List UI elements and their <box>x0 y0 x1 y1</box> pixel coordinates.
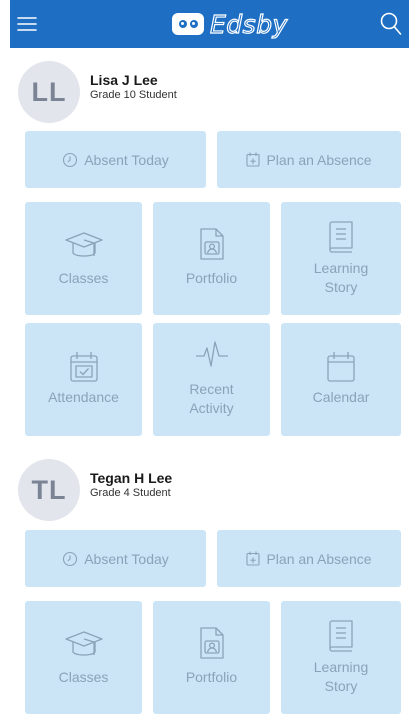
portfolio-label: Portfolio <box>185 669 238 685</box>
calendar-tile[interactable]: Calendar <box>281 323 401 436</box>
portfolio-label: Portfolio <box>185 270 238 286</box>
notebook-icon <box>329 620 353 652</box>
classes-label: Classes <box>58 669 109 685</box>
absent-today-label: Absent Today <box>84 151 169 168</box>
clock-icon <box>63 152 78 167</box>
learning-story-label-line2: Story <box>324 279 358 295</box>
notebook-icon <box>329 221 353 253</box>
app-screen: Edsby LL Lisa J Lee Grade 10 Student Abs… <box>10 0 409 719</box>
search-icon[interactable] <box>379 11 403 37</box>
calendar-plus-icon <box>246 152 261 167</box>
calendar-label: Calendar <box>312 389 370 405</box>
recent-activity-label-line2: Activity <box>189 400 234 416</box>
activity-pulse-icon <box>195 341 228 367</box>
edsby-logo: Edsby <box>172 9 288 39</box>
student-name: Tegan H Lee <box>90 470 173 486</box>
student-header-tegan: TL Tegan H Lee Grade 4 Student <box>10 459 409 529</box>
owl-eyes-icon <box>172 13 204 35</box>
plan-absence-label: Plan an Absence <box>266 151 372 168</box>
calendar-icon <box>327 352 355 382</box>
recent-activity-label-line1: Recent <box>189 381 234 397</box>
plan-absence-button[interactable]: Plan an Absence <box>217 131 401 188</box>
learning-story-tile[interactable]: Learning Story <box>281 601 401 714</box>
plan-absence-button[interactable]: Plan an Absence <box>217 530 401 587</box>
student-grade: Grade 4 Student <box>90 487 171 499</box>
student-header-lisa: LL Lisa J Lee Grade 10 Student <box>10 61 409 131</box>
absent-today-button[interactable]: Absent Today <box>25 530 206 587</box>
calendar-plus-icon <box>246 551 261 566</box>
hamburger-menu-icon[interactable] <box>16 13 38 35</box>
graduation-cap-icon <box>64 631 103 656</box>
learning-story-label-line2: Story <box>324 678 358 694</box>
avatar: TL <box>18 459 80 521</box>
classes-tile[interactable]: Classes <box>25 202 142 315</box>
portfolio-tile[interactable]: Portfolio <box>153 202 270 315</box>
clock-icon <box>63 551 78 566</box>
avatar: LL <box>18 61 80 123</box>
top-bar: Edsby <box>10 0 409 48</box>
learning-story-label-line1: Learning <box>313 659 369 675</box>
learning-story-tile[interactable]: Learning Story <box>281 202 401 315</box>
absent-today-button[interactable]: Absent Today <box>25 131 206 188</box>
brand-name: Edsby <box>209 9 288 39</box>
calendar-check-icon <box>69 352 98 382</box>
student-grade: Grade 10 Student <box>90 89 177 101</box>
attendance-label: Attendance <box>48 389 119 405</box>
portfolio-icon <box>199 627 224 659</box>
portfolio-icon <box>199 228 224 260</box>
attendance-tile[interactable]: Attendance <box>25 323 142 436</box>
classes-tile[interactable]: Classes <box>25 601 142 714</box>
learning-story-label-line1: Learning <box>313 260 369 276</box>
plan-absence-label: Plan an Absence <box>266 550 372 567</box>
recent-activity-tile[interactable]: Recent Activity <box>153 323 270 436</box>
absent-today-label: Absent Today <box>84 550 169 567</box>
portfolio-tile[interactable]: Portfolio <box>153 601 270 714</box>
classes-label: Classes <box>58 270 109 286</box>
graduation-cap-icon <box>64 232 103 257</box>
student-name: Lisa J Lee <box>90 72 158 88</box>
